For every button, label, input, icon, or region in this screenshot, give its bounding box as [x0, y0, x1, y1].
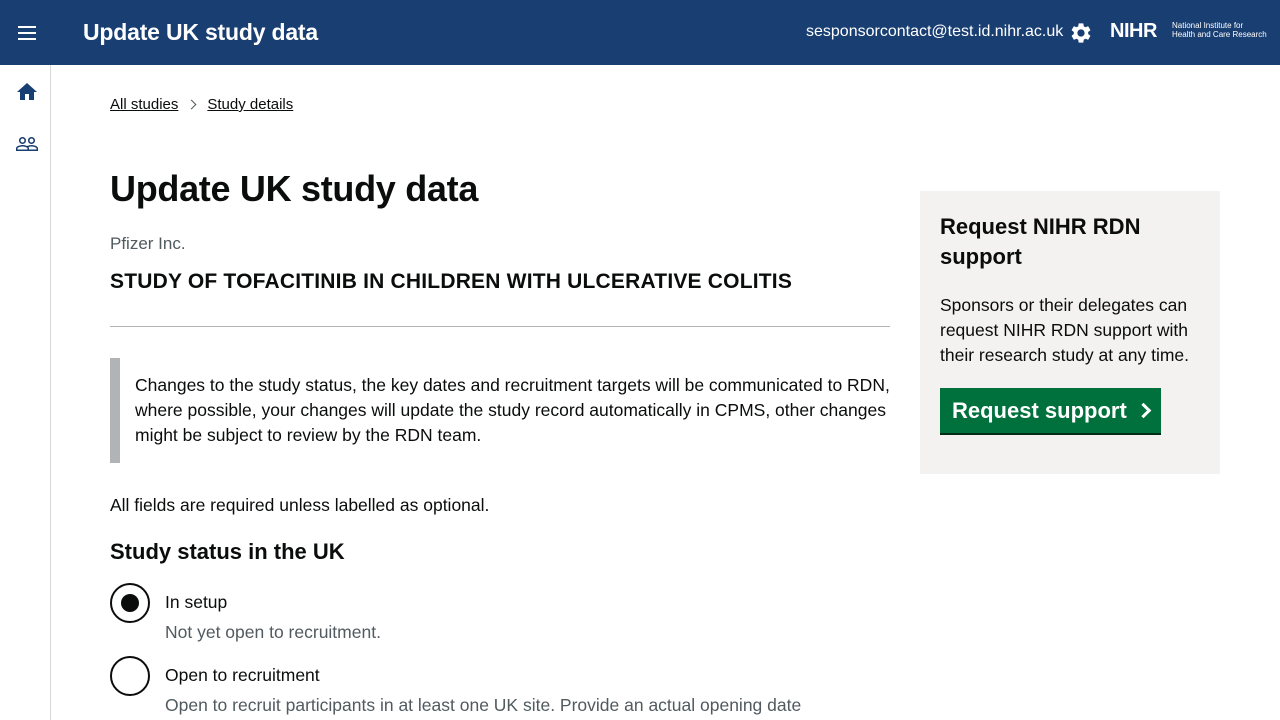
user-email: sesponsorcontact@test.id.nihr.ac.uk: [806, 23, 1064, 40]
chevron-right-icon: [186, 99, 197, 110]
logo-mark: NIHR: [1110, 20, 1157, 42]
hamburger-menu-icon[interactable]: [15, 22, 39, 44]
logo-subtitle: National Institute for Health and Care R…: [1172, 21, 1267, 39]
chevron-right-icon: [1135, 402, 1152, 419]
status-legend: Study status in the UK: [110, 539, 345, 564]
fields-note: All fields are required unless labelled …: [110, 495, 490, 515]
people-icon[interactable]: [15, 132, 39, 156]
radio-in-setup[interactable]: [110, 583, 150, 623]
support-panel: Request NIHR RDN support Sponsors or the…: [920, 191, 1220, 474]
radio-hint: Open to recruit participants in at least…: [165, 695, 802, 715]
support-panel-title: Request NIHR RDN support: [940, 214, 1141, 269]
breadcrumb-study-details[interactable]: Study details: [207, 96, 293, 113]
home-icon[interactable]: [15, 80, 39, 104]
organisation-name: Pfizer Inc.: [110, 234, 186, 253]
gear-icon[interactable]: [1069, 21, 1093, 45]
inset-text: Changes to the study status, the key dat…: [110, 358, 890, 463]
app-title: Update UK study data: [83, 19, 318, 45]
radio-hint: Not yet open to recruitment.: [165, 622, 381, 642]
section-divider: [110, 326, 890, 327]
radio-open-to-recruitment[interactable]: [110, 656, 150, 696]
breadcrumb-all-studies[interactable]: All studies: [110, 96, 178, 113]
request-support-button[interactable]: Request support: [940, 388, 1161, 433]
radio-label[interactable]: Open to recruitment: [165, 665, 320, 686]
top-header: Update UK study data sesponsorcontact@te…: [0, 0, 1280, 65]
page-title: Update UK study data: [110, 168, 479, 209]
breadcrumb: All studies Study details: [110, 96, 293, 113]
sidebar: [0, 65, 51, 720]
radio-label[interactable]: In setup: [165, 592, 227, 613]
study-title: STUDY OF TOFACITINIB IN CHILDREN WITH UL…: [110, 270, 793, 293]
support-panel-text: Sponsors or their delegates can request …: [940, 295, 1189, 365]
request-support-label: Request support: [952, 397, 1127, 423]
